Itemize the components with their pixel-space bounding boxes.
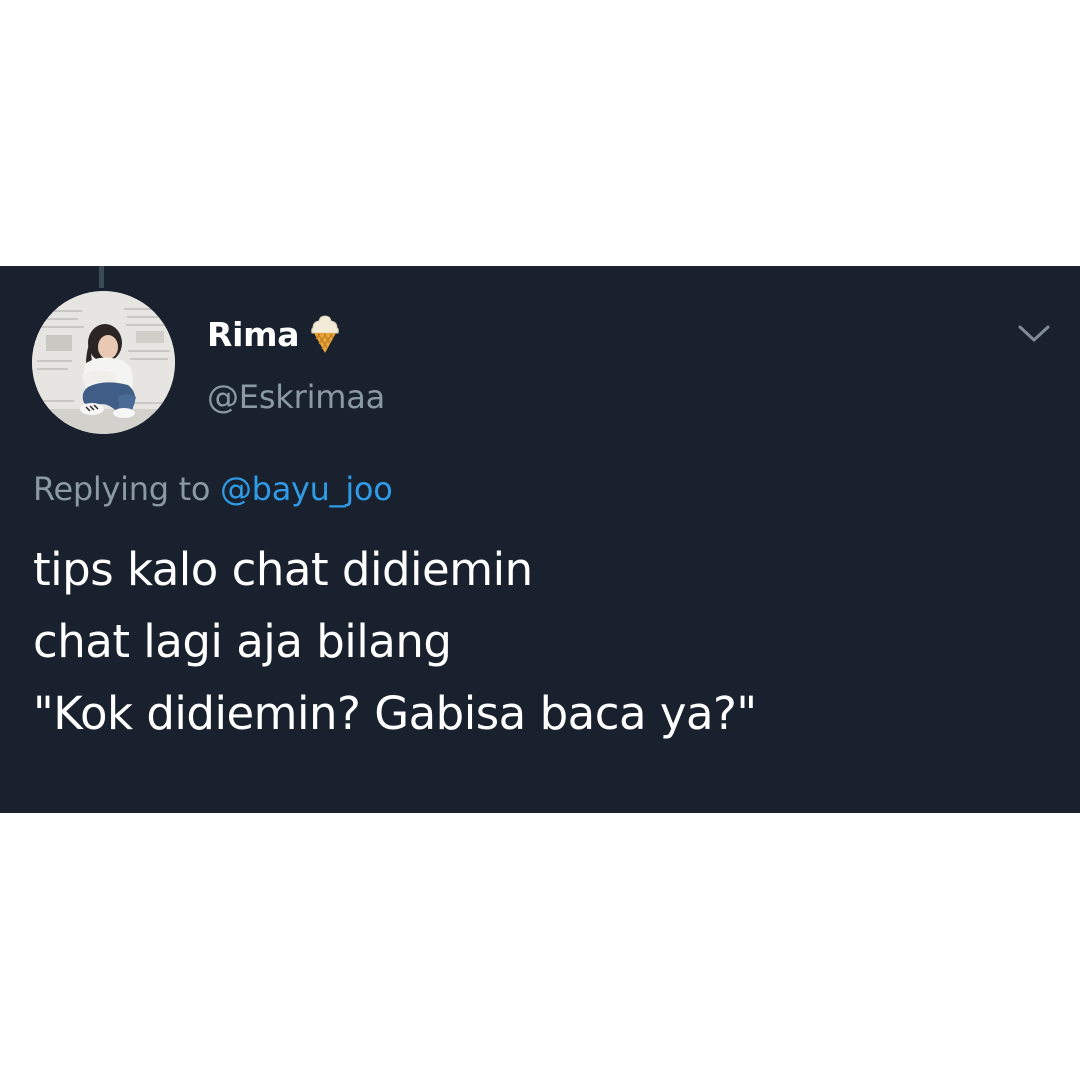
- ice-cream-icon: [309, 314, 341, 354]
- chevron-down-icon[interactable]: [1014, 318, 1054, 348]
- thread-connector-line: [99, 266, 104, 288]
- replying-to-line: Replying to @bayu_joo: [33, 470, 393, 508]
- tweet-card[interactable]: Rima @Eskrimaa Replying to @bayu_joo tip…: [0, 266, 1080, 813]
- screenshot-canvas: Rima @Eskrimaa Replying to @bayu_joo tip…: [0, 0, 1080, 1080]
- avatar[interactable]: [32, 291, 175, 434]
- replying-to-label: Replying to: [33, 470, 211, 508]
- display-name[interactable]: Rima: [207, 315, 299, 354]
- tweet-text: tips kalo chat didiemin chat lagi aja bi…: [33, 534, 757, 750]
- avatar-photo: [32, 291, 175, 434]
- user-handle[interactable]: @Eskrimaa: [207, 378, 385, 416]
- tweet-text-line: tips kalo chat didiemin: [33, 543, 533, 596]
- tweet-text-line: chat lagi aja bilang: [33, 615, 452, 668]
- display-name-row[interactable]: Rima: [207, 310, 341, 358]
- tweet-text-line: "Kok didiemin? Gabisa baca ya?": [33, 687, 757, 740]
- reply-mention-link[interactable]: @bayu_joo: [220, 470, 393, 508]
